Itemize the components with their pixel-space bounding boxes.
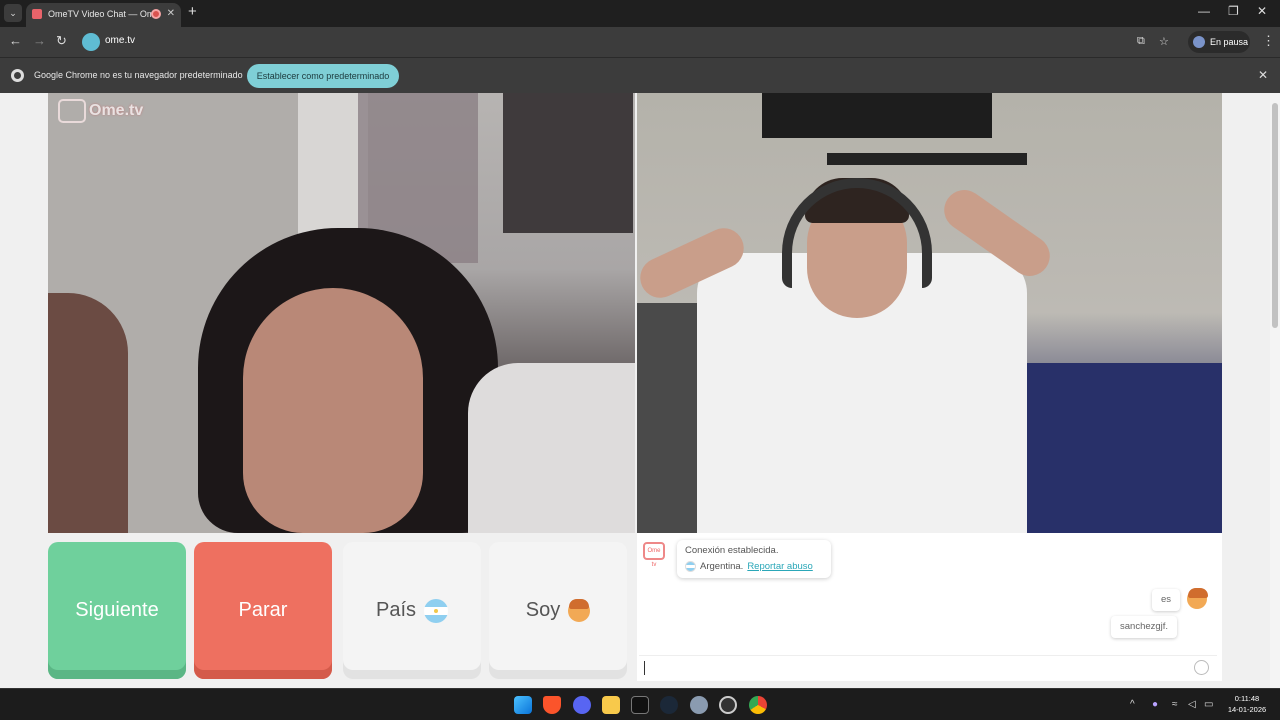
chat-message: sanchezgjf. [1111,616,1178,638]
brave-icon[interactable] [543,696,561,714]
chrome-taskbar-icon[interactable] [749,696,767,714]
tab-strip: ⌄ OmeTV Video Chat — Ome ✕ + — ❐ ✕ [0,0,1280,27]
chat-input[interactable] [639,655,1217,679]
back-icon[interactable]: ← [9,33,22,48]
tray-chevron-icon[interactable]: ^ [1130,699,1135,710]
tab-title: OmeTV Video Chat — Ome [48,9,160,19]
forward-icon[interactable]: → [33,33,46,48]
address-bar[interactable]: ome.tv [78,30,1178,54]
set-default-button[interactable]: Establecer como predeterminado [247,64,399,88]
stop-button[interactable]: Parar [194,542,332,679]
country-label: País [375,599,417,621]
logo-text: Ome.tv [89,102,144,120]
battery-icon[interactable]: ▭ [1204,699,1213,710]
system-message: Conexión establecida. Argentina. Reporta… [677,540,831,578]
kebab-menu-icon[interactable]: ⋮ [1262,33,1275,49]
ometv-chat-logo-icon: Ome tv [643,542,665,568]
self-video [637,93,1222,533]
video-tv [762,93,992,138]
argentina-flag-icon [685,561,696,572]
recording-indicator-icon [151,9,161,19]
boy-emoji-icon [1187,588,1208,609]
obs-icon[interactable] [719,696,737,714]
clock[interactable]: 0:11:48 14-01-2026 [1222,693,1272,715]
star-icon[interactable]: ☆ [1159,35,1169,48]
profile-label: En pausa [1210,37,1249,47]
tab-close-button[interactable]: ✕ [167,3,175,25]
discord-icon[interactable] [573,696,591,714]
epic-games-icon[interactable] [631,696,649,714]
argentina-flag-icon [424,598,449,623]
partner-country: Argentina. [700,561,744,572]
close-window-button[interactable]: ✕ [1257,4,1267,18]
windows-taskbar: ^ ● ≈ ◁ ▭ 0:11:48 14-01-2026 [0,688,1280,720]
chat-message: es [1152,589,1181,611]
infobar-message: Google Chrome no es tu navegador predete… [34,70,243,80]
next-label: Siguiente [75,599,159,621]
page-scrollbar[interactable] [1270,93,1280,688]
wifi-icon[interactable]: ≈ [1172,699,1178,710]
partner-video: Ome.tv [48,93,635,533]
clock-date: 14-01-2026 [1227,705,1267,714]
video-second-person [48,293,128,533]
file-explorer-icon[interactable] [602,696,620,714]
chat-panel: Ome tv Conexión establecida. Argentina. … [637,533,1222,681]
reload-icon[interactable]: ↻ [56,33,67,49]
default-browser-infobar: Google Chrome no es tu navegador predete… [0,57,1280,93]
settings-icon[interactable] [690,696,708,714]
video-shelf [503,93,633,233]
browser-toolbar: ← → ↻ ome.tv ⧉ ☆ En pausa ⋮ [0,27,1280,57]
scrollbar-thumb[interactable] [1272,103,1278,328]
volume-icon[interactable]: ◁ [1188,699,1196,710]
cast-icon[interactable]: ⧉ [1137,35,1145,48]
connection-status: Conexión establecida. [685,545,779,556]
page-content: Ome.tv Siguiente Parar País Soy Ome tv C… [0,93,1280,688]
chrome-icon [11,69,24,82]
windows-start-icon[interactable] [514,696,532,714]
text-caret [644,661,645,675]
clock-time: 0:11:48 [1234,694,1260,703]
url-text: ome.tv [105,35,136,46]
tv-logo-icon [58,99,86,123]
gender-button[interactable]: Soy [489,542,627,679]
video-headphones [782,178,932,288]
profile-button[interactable]: En pausa [1188,31,1250,53]
microphone-icon[interactable]: ● [1152,699,1158,710]
stop-label: Parar [238,599,288,621]
report-abuse-link[interactable]: Reportar abuso [747,561,812,572]
video-person-face [243,288,423,533]
browser-tab[interactable]: OmeTV Video Chat — Ome ✕ [26,3,181,27]
gender-label: Soy [525,599,561,621]
next-button[interactable]: Siguiente [48,542,186,679]
steam-icon[interactable] [660,696,678,714]
ometv-favicon-icon [32,9,42,19]
site-info-icon[interactable] [82,33,100,51]
video-person-shirt [468,363,635,533]
maximize-button[interactable]: ❐ [1228,4,1239,18]
ometv-logo: Ome.tv [58,99,143,123]
new-tab-button[interactable]: + [188,3,197,20]
smiley-icon[interactable] [1194,660,1209,675]
tab-search-icon[interactable]: ⌄ [4,4,22,22]
infobar-close-icon[interactable]: ✕ [1258,68,1268,82]
avatar [1193,36,1205,48]
country-button[interactable]: País [343,542,481,679]
boy-emoji-icon [568,598,591,622]
minimize-button[interactable]: — [1198,4,1210,18]
video-bed [1007,363,1222,533]
video-rack [827,153,1027,165]
